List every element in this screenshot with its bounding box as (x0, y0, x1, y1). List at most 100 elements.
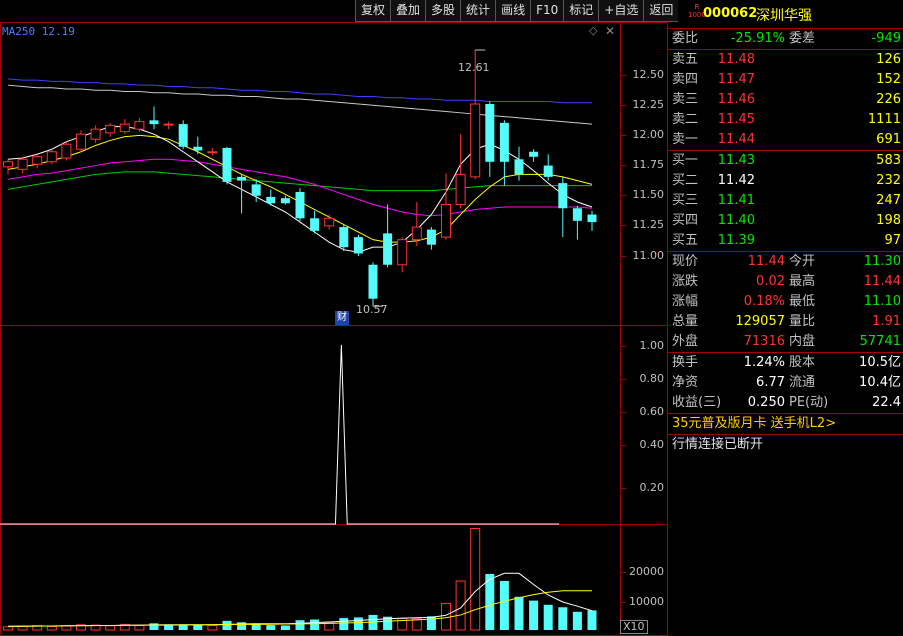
toolbar-button-4[interactable]: 画线 (495, 0, 531, 22)
candle-body (3, 161, 13, 168)
quote-row: 换手 1.24% 股本 10.5亿 (668, 353, 903, 373)
candle-body (61, 143, 72, 159)
financial-report-badge[interactable]: 财 (335, 311, 349, 325)
stat-label: 涨跌 (672, 274, 699, 289)
candle-body (149, 120, 159, 125)
stat-value: 71316 (743, 334, 785, 349)
bid-price: 11.42 (717, 173, 755, 188)
price-axis-tick: 12.25 (632, 98, 665, 111)
candle-body (499, 122, 509, 162)
fund-label: PE(动) (789, 395, 829, 410)
price-axis-tick: 12.50 (632, 68, 665, 81)
candle-body (280, 198, 290, 204)
candle-body (470, 103, 481, 178)
bid-volume: 583 (876, 153, 901, 168)
bid-volume: 198 (876, 213, 901, 228)
bid-volume: 247 (876, 193, 901, 208)
volume-bar (222, 620, 232, 630)
stat-value: 11.44 (863, 274, 901, 289)
candle-body (426, 229, 436, 245)
stat-label: 最高 (789, 274, 816, 289)
ask-price: 11.47 (717, 72, 755, 87)
ask-book: 卖五 11.48 126 卖四 11.47 152 卖三 11.46 226 卖二 11.45 111… (668, 50, 903, 150)
fund-label: 股本 (789, 355, 816, 370)
toolbar-button-0[interactable]: 复权 (355, 0, 391, 22)
volume-bar (587, 610, 597, 630)
ask-label: 卖一 (672, 132, 699, 147)
connection-status: 行情连接已断开 (672, 437, 764, 452)
volume-bar (266, 625, 276, 630)
candle-body (353, 237, 363, 254)
volume-bar (61, 625, 72, 631)
bid-label: 买一 (672, 153, 699, 168)
ma250-label: MA250 12.19 (2, 25, 75, 38)
price-axis-tick: 11.75 (632, 158, 665, 171)
fund-label: 净资 (672, 375, 699, 390)
ind-axis-tick: 0.40 (639, 438, 665, 451)
stat-value: 11.30 (863, 254, 901, 269)
volume-bar (295, 620, 305, 630)
stat-label: 现价 (672, 254, 699, 269)
toolbar-button-5[interactable]: F10 (530, 0, 564, 22)
close-icon[interactable]: ✕ (605, 24, 615, 38)
promo-link[interactable]: 35元普及版月卡 送手机L2> (668, 414, 903, 434)
volume-bar (193, 624, 203, 630)
stat-label: 总量 (672, 314, 699, 329)
fund-label: 收益(三) (672, 395, 722, 410)
volume-bar (105, 625, 116, 631)
candle-body (17, 158, 28, 170)
candle-body (46, 151, 57, 163)
weibi-row: 委比 -25.91% 委差 -949 (668, 29, 903, 49)
quote-row: 外盘 71316 内盘 57741 (668, 332, 903, 352)
diamond-icon[interactable]: ◇ (589, 24, 597, 37)
toolbar-button-2[interactable]: 多股 (425, 0, 461, 22)
bid-price: 11.40 (717, 213, 755, 228)
volume-bar (353, 617, 363, 630)
candle-body (339, 227, 349, 248)
quote-row: 买二 11.42 232 (668, 171, 903, 191)
stat-label: 量比 (789, 314, 816, 329)
ask-volume: 152 (876, 72, 901, 87)
bid-volume: 97 (884, 233, 901, 248)
bid-label: 买四 (672, 213, 699, 228)
toolbar-button-7[interactable]: +自选 (598, 0, 644, 22)
toolbar-button-3[interactable]: 统计 (460, 0, 496, 22)
volume-bar (529, 600, 539, 630)
candle-body (266, 196, 276, 204)
candle-body (411, 226, 422, 241)
bid-label: 买三 (672, 193, 699, 208)
indicator-line (0, 344, 560, 525)
stock-code[interactable]: 000062 (703, 6, 757, 21)
fund-value: 10.4亿 (859, 375, 901, 390)
bid-label: 买二 (672, 173, 699, 188)
chart-toolbar: 复权 叠加 多股 统计 画线 F10 标记 +自选 返回 (355, 0, 679, 22)
candle-body (558, 183, 568, 209)
fund-value: 6.77 (756, 375, 785, 390)
quote-row: 买一 11.43 583 (668, 151, 903, 171)
ind-axis-tick: 1.00 (639, 339, 665, 352)
candle-body (193, 146, 203, 151)
toolbar-button-6[interactable]: 标记 (563, 0, 599, 22)
low-price-label: 10.57 (356, 303, 388, 316)
ask-label: 卖三 (672, 92, 699, 107)
candle-body (485, 104, 495, 162)
volume-bar (455, 580, 466, 631)
bid-price: 11.41 (717, 193, 755, 208)
quote-row: 卖二 11.45 1111 (668, 110, 903, 130)
price-axis-tick: 11.50 (632, 188, 665, 201)
fund-label: 流通 (789, 375, 816, 390)
chart-area[interactable] (0, 0, 668, 636)
stat-value: 0.02 (756, 274, 785, 289)
volume-bar (339, 618, 349, 630)
candle-body (529, 151, 539, 157)
toolbar-button-1[interactable]: 叠加 (390, 0, 426, 22)
stock-name[interactable]: 深圳华强 (756, 5, 812, 25)
stat-label: 内盘 (789, 334, 816, 349)
volume-bar (149, 623, 159, 630)
bid-book: 买一 11.43 583 买二 11.42 232 买三 11.41 247 买四 11.40 198… (668, 151, 903, 251)
volume-bar (46, 626, 57, 631)
fund-value: 1.24% (743, 355, 785, 370)
ind-axis-tick: 0.80 (639, 372, 665, 385)
candle-body (134, 121, 145, 130)
candle-body (310, 218, 320, 231)
